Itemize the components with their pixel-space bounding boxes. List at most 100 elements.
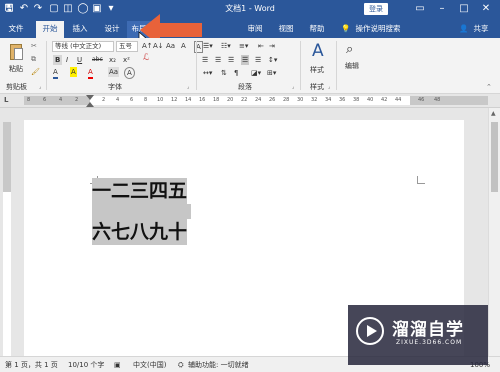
dialog-launcher-icon[interactable]: ⌟ <box>187 82 189 92</box>
language-status[interactable]: 中文(中国) <box>133 360 166 370</box>
ruler-number: 24 <box>255 97 262 103</box>
accessibility-status[interactable]: 辅助功能: 一切就绪 <box>188 360 249 370</box>
ruler-number: 4 <box>59 97 63 103</box>
font-name-select[interactable]: 等线 (中文正文) <box>52 41 114 52</box>
close-button[interactable]: ✕ <box>478 1 494 17</box>
ruler-number: 8 <box>27 97 31 103</box>
share-button[interactable]: 共享 <box>470 21 492 38</box>
editing-button[interactable]: 编辑 <box>345 61 359 71</box>
copy-icon[interactable]: ⧉ <box>31 54 36 64</box>
tab-help[interactable]: 帮助 <box>305 21 329 38</box>
clear-format-icon[interactable]: A <box>181 41 186 51</box>
enclose-char-button[interactable]: A <box>124 67 135 79</box>
chinese-layout-icon[interactable]: ↔▾ <box>203 68 212 78</box>
ruler-number: 2 <box>102 97 106 103</box>
ruler-number: 32 <box>311 97 318 103</box>
show-marks-icon[interactable]: ¶ <box>234 68 238 78</box>
italic-button[interactable]: I <box>66 55 68 65</box>
scrollbar-thumb[interactable] <box>491 122 498 192</box>
ruler-number: 16 <box>199 97 206 103</box>
ruler-number: 4 <box>116 97 120 103</box>
char-shading-button[interactable]: Aa <box>108 67 120 77</box>
font-color-button[interactable]: A <box>88 67 93 79</box>
distributed-icon[interactable]: ☰ <box>255 55 261 65</box>
login-button[interactable]: 登录 <box>364 3 388 15</box>
dialog-launcher-icon[interactable]: ⌟ <box>39 82 41 92</box>
document-line[interactable]: 一二三四五 <box>92 178 188 204</box>
format-painter-icon[interactable]: 🖌 <box>31 67 40 77</box>
dialog-launcher-icon[interactable]: ⌟ <box>328 82 330 92</box>
font-group-label: 字体 <box>108 83 122 91</box>
change-case-icon[interactable]: Aa <box>166 41 175 51</box>
proofing-icon[interactable]: ▣ <box>114 360 121 370</box>
subscript-button[interactable]: x₂ <box>109 55 116 65</box>
margin-corner-mark <box>417 176 425 184</box>
ribbon-display-icon[interactable]: ▭ <box>412 1 428 17</box>
page-count[interactable]: 第 1 页，共 1 页 <box>5 360 58 370</box>
shading-icon[interactable]: ◪▾ <box>251 68 261 78</box>
tab-home[interactable]: 开始 <box>36 21 64 38</box>
decrease-indent-icon[interactable]: ⇤ <box>258 41 264 51</box>
strikethrough-button[interactable]: abc <box>92 55 103 65</box>
ruler-number: 46 <box>418 97 425 103</box>
ruler-number: 36 <box>339 97 346 103</box>
group-separator <box>196 41 197 90</box>
watermark: 溜溜自学 ZIXUE.3D66.COM <box>348 305 488 365</box>
align-left-icon[interactable]: ☰ <box>202 55 208 65</box>
shrink-font-icon[interactable]: A↓ <box>153 41 164 51</box>
multilevel-list-icon[interactable]: ≡▾ <box>239 41 248 51</box>
bullets-icon[interactable]: ☰▾ <box>203 41 213 51</box>
styles-group-label: 样式 <box>310 83 324 91</box>
tab-selector[interactable]: L <box>4 96 8 105</box>
paste-icon[interactable] <box>8 42 24 62</box>
vertical-scrollbar[interactable]: ▲ <box>488 108 500 356</box>
justify-icon[interactable]: ☰ <box>241 55 250 65</box>
text-effects-icon[interactable]: ℒ <box>143 53 149 63</box>
ruler-number: 34 <box>325 97 332 103</box>
dialog-launcher-icon[interactable]: ⌟ <box>292 82 294 92</box>
tab-design[interactable]: 设计 <box>100 21 124 38</box>
underline-button[interactable]: U <box>77 55 82 65</box>
ruler-number: 30 <box>297 97 304 103</box>
font-size-select[interactable]: 五号 <box>116 41 138 52</box>
word-count[interactable]: 10/10 个字 <box>68 360 104 370</box>
group-separator <box>300 41 301 90</box>
ruler-number: 18 <box>213 97 220 103</box>
increase-indent-icon[interactable]: ⇥ <box>269 41 275 51</box>
selection-highlight <box>92 204 191 219</box>
minimize-button[interactable]: – <box>434 1 450 17</box>
styles-icon[interactable]: A <box>312 41 324 61</box>
grow-font-icon[interactable]: A↑ <box>142 41 153 51</box>
tab-insert[interactable]: 插入 <box>68 21 92 38</box>
ruler-number: 28 <box>283 97 290 103</box>
ruler-number: 2 <box>75 97 79 103</box>
tab-review[interactable]: 审阅 <box>243 21 267 38</box>
watermark-url: ZIXUE.3D66.COM <box>396 339 463 346</box>
numbering-icon[interactable]: ☷▾ <box>221 41 231 51</box>
paste-button[interactable]: 粘贴 <box>9 64 23 74</box>
tab-file[interactable]: 文件 <box>4 21 28 38</box>
align-right-icon[interactable]: ☰ <box>228 55 234 65</box>
search-icon[interactable]: ⌕ <box>346 42 353 58</box>
document-line[interactable]: 六七八九十 <box>92 219 188 245</box>
highlight-button[interactable]: A <box>70 67 77 77</box>
tell-me-search[interactable]: 操作说明搜索 <box>352 21 404 38</box>
ruler-margin-left <box>24 96 90 105</box>
tab-view[interactable]: 视图 <box>274 21 298 38</box>
first-line-indent-marker[interactable] <box>86 95 94 100</box>
maximize-button[interactable]: □ <box>456 1 472 17</box>
superscript-button[interactable]: x² <box>123 55 130 65</box>
text-effect-button[interactable]: A <box>53 67 58 79</box>
collapse-ribbon-icon[interactable]: ⌃ <box>486 82 492 92</box>
align-center-icon[interactable]: ☰ <box>215 55 221 65</box>
ribbon-tabs: 文件 开始 插入 设计 布局 审阅 视图 帮助 💡 操作说明搜索 👤 共享 <box>0 18 500 38</box>
line-spacing-icon[interactable]: ↕▾ <box>268 55 277 65</box>
styles-button[interactable]: 样式 <box>310 65 324 75</box>
sort-icon[interactable]: ⇅ <box>221 68 227 78</box>
borders-icon[interactable]: ⊞▾ <box>267 68 276 78</box>
bold-button[interactable]: B <box>53 55 63 65</box>
watermark-brand: 溜溜自学 <box>392 320 464 340</box>
scroll-up-icon[interactable]: ▲ <box>491 110 496 117</box>
hanging-indent-marker[interactable] <box>86 102 94 107</box>
cut-icon[interactable]: ✂ <box>31 41 37 51</box>
